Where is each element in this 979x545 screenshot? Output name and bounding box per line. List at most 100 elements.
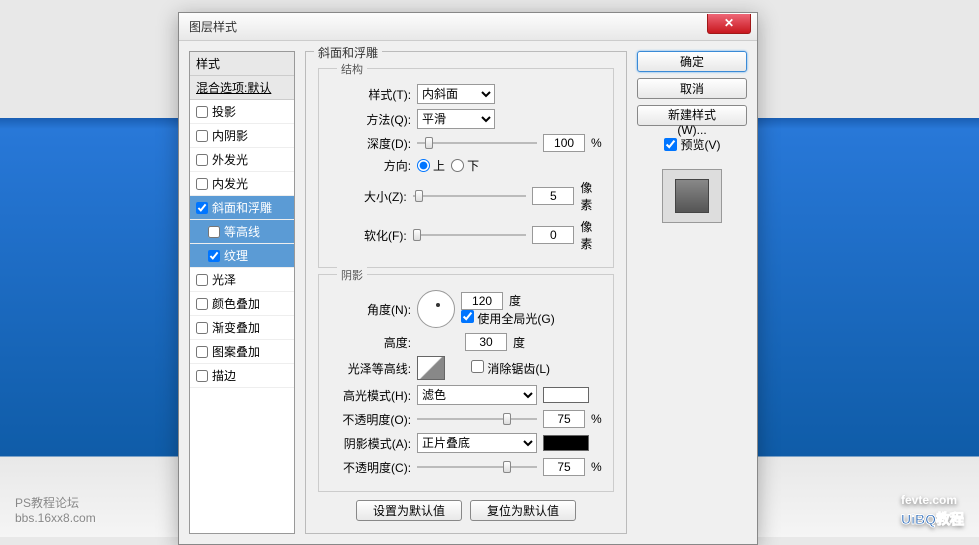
dialog-title: 图层样式 — [189, 18, 707, 35]
style-item-checkbox[interactable] — [196, 370, 208, 382]
highlight-mode-select[interactable]: 滤色 — [417, 385, 537, 405]
style-item-label: 渐变叠加 — [212, 319, 260, 336]
size-slider[interactable] — [413, 187, 527, 205]
layer-style-dialog: 图层样式 ✕ 样式 混合选项:默认 投影内阴影外发光内发光斜面和浮雕等高线纹理光… — [178, 12, 758, 545]
new-style-button[interactable]: 新建样式(W)... — [637, 105, 747, 126]
highlight-opacity-input[interactable] — [543, 410, 585, 428]
global-light-check[interactable]: 使用全局光(G) — [461, 312, 555, 326]
preview-swatch — [675, 179, 709, 213]
style-item-label: 图案叠加 — [212, 343, 260, 360]
center-panel: 斜面和浮雕 结构 样式(T): 内斜面 方法(Q): 平滑 深度(D): — [305, 51, 627, 534]
depth-label: 深度(D): — [329, 135, 411, 152]
gloss-contour-picker[interactable] — [417, 356, 445, 380]
direction-down-radio[interactable] — [451, 159, 464, 172]
style-item-label: 斜面和浮雕 — [212, 199, 272, 216]
style-list: 样式 混合选项:默认 投影内阴影外发光内发光斜面和浮雕等高线纹理光泽颜色叠加渐变… — [189, 51, 295, 534]
style-item-checkbox[interactable] — [196, 298, 208, 310]
style-item-0[interactable]: 投影 — [190, 100, 294, 124]
style-item-3[interactable]: 内发光 — [190, 172, 294, 196]
depth-unit: % — [591, 136, 602, 150]
style-item-4[interactable]: 斜面和浮雕 — [190, 196, 294, 220]
style-item-checkbox[interactable] — [208, 250, 220, 262]
antialias-check[interactable]: 消除锯齿(L) — [471, 360, 550, 377]
highlight-opacity-label: 不透明度(O): — [329, 411, 411, 428]
size-input[interactable] — [532, 187, 574, 205]
set-default-button[interactable]: 设置为默认值 — [356, 500, 462, 521]
altitude-input[interactable] — [465, 333, 507, 351]
titlebar[interactable]: 图层样式 ✕ — [179, 13, 757, 41]
style-item-label: 投影 — [212, 103, 236, 120]
direction-label: 方向: — [329, 157, 411, 174]
highlight-opacity-slider[interactable] — [417, 410, 537, 428]
close-button[interactable]: ✕ — [707, 14, 751, 34]
angle-unit: 度 — [509, 292, 521, 309]
shading-group: 阴影 角度(N): 度 使用全局光(G) 高度: — [318, 274, 614, 492]
style-item-label: 内发光 — [212, 175, 248, 192]
style-list-header[interactable]: 样式 — [190, 52, 294, 76]
style-item-checkbox[interactable] — [208, 226, 220, 238]
style-item-7[interactable]: 光泽 — [190, 268, 294, 292]
technique-select[interactable]: 平滑 — [417, 109, 495, 129]
soften-slider[interactable] — [413, 226, 527, 244]
style-item-checkbox[interactable] — [196, 130, 208, 142]
highlight-mode-label: 高光模式(H): — [329, 387, 411, 404]
style-item-8[interactable]: 颜色叠加 — [190, 292, 294, 316]
shadow-opacity-unit: % — [591, 460, 602, 474]
size-label: 大小(Z): — [329, 188, 407, 205]
style-item-checkbox[interactable] — [196, 178, 208, 190]
soften-input[interactable] — [532, 226, 574, 244]
style-item-label: 光泽 — [212, 271, 236, 288]
style-select[interactable]: 内斜面 — [417, 84, 495, 104]
style-item-label: 等高线 — [224, 223, 260, 240]
style-item-checkbox[interactable] — [196, 322, 208, 334]
style-item-10[interactable]: 图案叠加 — [190, 340, 294, 364]
style-item-11[interactable]: 描边 — [190, 364, 294, 388]
style-item-label: 颜色叠加 — [212, 295, 260, 312]
preview-box — [662, 169, 722, 223]
style-item-label: 外发光 — [212, 151, 248, 168]
highlight-opacity-unit: % — [591, 412, 602, 426]
soften-unit: 像素 — [580, 218, 603, 252]
angle-widget[interactable] — [417, 290, 455, 328]
direction-up[interactable]: 上 — [417, 157, 445, 174]
style-item-label: 纹理 — [224, 247, 248, 264]
technique-label: 方法(Q): — [329, 111, 411, 128]
shadow-mode-select[interactable]: 正片叠底 — [417, 433, 537, 453]
structure-label: 结构 — [337, 61, 367, 77]
style-item-1[interactable]: 内阴影 — [190, 124, 294, 148]
blend-options-header[interactable]: 混合选项:默认 — [190, 76, 294, 100]
bg-credit: PS教程论坛bbs.16xx8.com — [15, 494, 96, 525]
depth-slider[interactable] — [417, 134, 537, 152]
ok-button[interactable]: 确定 — [637, 51, 747, 72]
style-item-9[interactable]: 渐变叠加 — [190, 316, 294, 340]
angle-input[interactable] — [461, 292, 503, 310]
style-item-checkbox[interactable] — [196, 274, 208, 286]
depth-input[interactable] — [543, 134, 585, 152]
right-panel: 确定 取消 新建样式(W)... 预览(V) — [637, 51, 747, 534]
style-item-6[interactable]: 纹理 — [190, 244, 294, 268]
highlight-color-swatch[interactable] — [543, 387, 589, 403]
angle-label: 角度(N): — [329, 301, 411, 318]
bevel-title: 斜面和浮雕 — [314, 44, 382, 61]
style-item-5[interactable]: 等高线 — [190, 220, 294, 244]
shadow-opacity-input[interactable] — [543, 458, 585, 476]
style-label: 样式(T): — [329, 86, 411, 103]
shadow-color-swatch[interactable] — [543, 435, 589, 451]
style-item-checkbox[interactable] — [196, 154, 208, 166]
bg-logo: fevte.comUiBQ教程 — [901, 488, 964, 529]
altitude-unit: 度 — [513, 334, 525, 351]
style-item-label: 描边 — [212, 367, 236, 384]
style-item-2[interactable]: 外发光 — [190, 148, 294, 172]
shadow-opacity-slider[interactable] — [417, 458, 537, 476]
style-item-checkbox[interactable] — [196, 202, 208, 214]
direction-down[interactable]: 下 — [451, 157, 479, 174]
cancel-button[interactable]: 取消 — [637, 78, 747, 99]
direction-up-radio[interactable] — [417, 159, 430, 172]
soften-label: 软化(F): — [329, 227, 407, 244]
style-item-checkbox[interactable] — [196, 346, 208, 358]
gloss-label: 光泽等高线: — [329, 360, 411, 377]
reset-default-button[interactable]: 复位为默认值 — [470, 500, 576, 521]
preview-check[interactable]: 预览(V) — [637, 136, 747, 153]
style-item-checkbox[interactable] — [196, 106, 208, 118]
style-item-label: 内阴影 — [212, 127, 248, 144]
